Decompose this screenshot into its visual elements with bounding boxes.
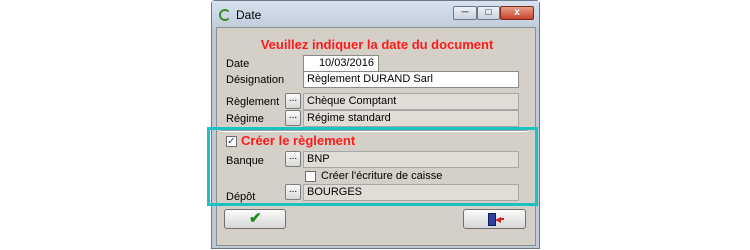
regime-field[interactable]: Régime standard (303, 110, 519, 127)
banque-picker-button[interactable]: ... (285, 151, 301, 167)
banque-label: Banque (226, 155, 264, 167)
reglement-label: Règlement (226, 96, 280, 108)
cash-entry-label: Créer l'écriture de caisse (321, 170, 443, 182)
date-label: Date (226, 58, 250, 70)
ok-button[interactable]: ✔ (224, 209, 286, 229)
reglement-field[interactable]: Chèque Comptant (303, 93, 519, 110)
depot-field[interactable]: BOURGES (303, 184, 519, 201)
create-payment-title: Créer le règlement (241, 133, 356, 148)
depot-picker-button[interactable]: ... (285, 184, 301, 200)
depot-label: Dépôt (226, 191, 256, 203)
designation-field[interactable]: Règlement DURAND Sarl (303, 71, 519, 88)
cash-entry-checkbox[interactable] (305, 171, 316, 182)
close-button[interactable]: x (500, 6, 534, 20)
section-divider (221, 130, 527, 132)
dialog-body: Veuillez indiquer la date du document Da… (216, 27, 536, 246)
exit-button[interactable] (463, 209, 526, 229)
regime-picker-button[interactable]: ... (285, 110, 301, 126)
form-heading: Veuillez indiquer la date du document (260, 37, 494, 52)
date-field[interactable]: 10/03/2016 (303, 55, 379, 72)
app-icon (219, 9, 231, 21)
check-icon: ✔ (249, 210, 262, 227)
minimize-button[interactable]: ─ (453, 6, 477, 20)
designation-label: Désignation (226, 74, 285, 86)
reglement-picker-button[interactable]: ... (285, 93, 301, 109)
exit-door-icon (488, 213, 504, 226)
date-dialog: Date ─ □ x Veuillez indiquer la date du … (211, 0, 540, 249)
regime-label: Régime (226, 113, 264, 125)
create-payment-checkbox[interactable]: ✓ (226, 136, 237, 147)
title-bar[interactable]: Date ─ □ x (212, 1, 539, 27)
maximize-button[interactable]: □ (477, 6, 500, 20)
window-title: Date (236, 8, 262, 22)
banque-field[interactable]: BNP (303, 151, 519, 168)
